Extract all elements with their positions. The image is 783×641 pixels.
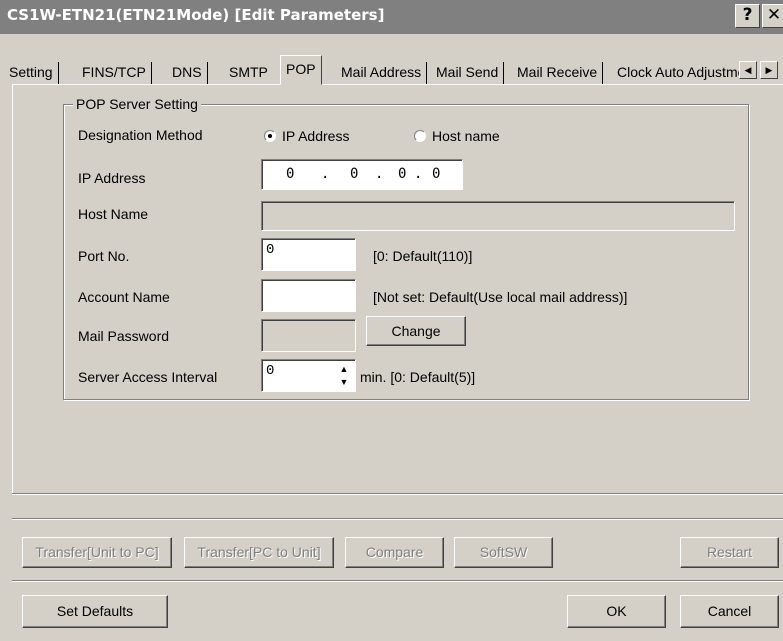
designation-method-label: Designation Method [78,127,203,143]
title-bar: CS1W-ETN21(ETN21Mode) [Edit Parameters] … [0,0,783,34]
window-title: CS1W-ETN21(ETN21Mode) [Edit Parameters] [7,6,385,24]
tab-pop[interactable]: POP [280,55,322,85]
host-name-field[interactable] [261,201,735,231]
mail-password-field[interactable] [261,319,356,352]
ip-separator: . [321,166,330,182]
softsw-button[interactable]: SoftSW [454,537,553,568]
cancel-button[interactable]: Cancel [680,595,779,628]
ip-separator: . [414,166,423,182]
tab-setting[interactable]: Setting [4,62,59,84]
interval-spinner[interactable]: ▲ ▼ [333,362,355,389]
ok-button[interactable]: OK [567,595,666,628]
transfer-unit-to-pc-button[interactable]: Transfer[Unit to PC] [22,537,172,568]
close-icon[interactable]: ✕ [762,4,783,28]
tab-strip: Setting FINS/TCP DNS SMTP POP Mail Addre… [0,34,783,86]
port-field[interactable]: 0 [261,238,356,271]
tab-dns[interactable]: DNS [167,62,208,84]
account-hint: [Not set: Default(Use local mail address… [373,289,628,305]
radio-ip-address-label[interactable]: IP Address [282,128,349,144]
radio-host-name[interactable] [414,130,426,142]
mail-password-label: Mail Password [78,328,170,344]
tab-mail-send[interactable]: Mail Send [431,62,505,84]
host-name-label: Host Name [78,206,149,222]
radio-ip-address[interactable] [264,130,276,142]
server-access-interval-label: Server Access Interval [78,369,218,385]
spin-down-icon[interactable]: ▼ [336,376,352,388]
ip-octet-2[interactable]: 0 [350,166,358,182]
ip-octet-3[interactable]: 0 [398,166,406,182]
tab-fins-tcp[interactable]: FINS/TCP [77,62,152,84]
ip-address-field[interactable]: 0 . 0 . 0 . 0 [261,159,463,190]
restart-button[interactable]: Restart [680,537,779,568]
radio-host-name-label[interactable]: Host name [432,128,500,144]
ip-address-label: IP Address [78,170,146,186]
ip-separator: . [375,166,384,182]
spin-up-icon[interactable]: ▲ [336,363,352,375]
change-password-button[interactable]: Change [366,316,466,346]
divider [12,518,783,520]
set-defaults-button[interactable]: Set Defaults [22,595,168,628]
compare-button[interactable]: Compare [345,537,444,568]
ip-octet-1[interactable]: 0 [286,166,294,182]
tab-smtp[interactable]: SMTP [224,62,273,84]
tab-mail-address[interactable]: Mail Address [336,62,428,84]
tab-scroll-right-icon[interactable]: ▶ [760,61,778,79]
divider [12,493,783,495]
interval-hint: min. [0: Default(5)] [360,369,476,385]
help-icon[interactable]: ? [735,4,760,28]
port-hint: [0: Default(110)] [373,248,473,264]
tab-clock-auto-adjustment[interactable]: Clock Auto Adjustme [612,62,750,84]
divider [12,580,783,582]
port-label: Port No. [78,248,130,264]
group-title: POP Server Setting [73,96,201,112]
account-name-field[interactable] [261,279,356,312]
transfer-pc-to-unit-button[interactable]: Transfer[PC to Unit] [184,537,334,568]
account-name-label: Account Name [78,289,170,305]
tab-mail-receive[interactable]: Mail Receive [512,62,604,84]
ip-octet-4[interactable]: 0 [432,166,440,182]
tab-scroll-left-icon[interactable]: ◀ [739,61,757,79]
